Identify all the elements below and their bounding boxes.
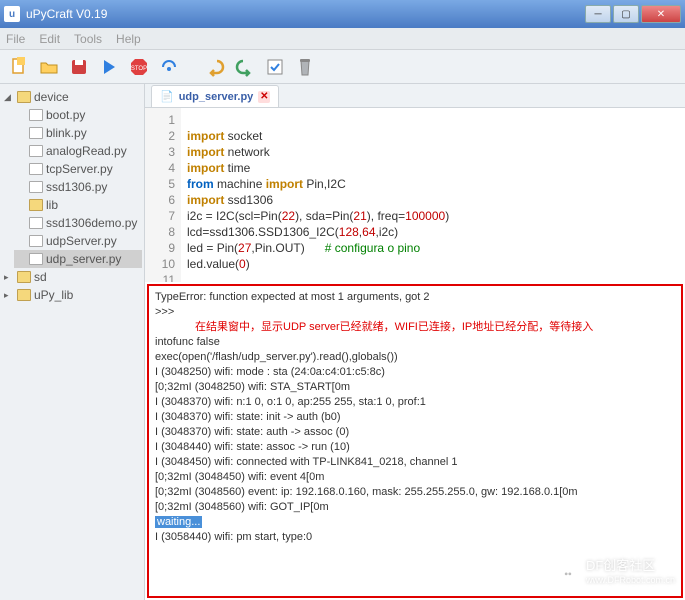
tab-close-button[interactable]: ✕ [258,91,270,103]
tree-label: tcpServer.py [46,162,113,176]
tree-file-boot[interactable]: boot.py [14,106,142,124]
clear-button[interactable] [292,54,318,80]
console-line: >>> [155,305,675,320]
tree-upylib[interactable]: ▸uPy_lib [2,286,142,304]
tree-device[interactable]: ◢device [2,88,142,106]
maximize-button[interactable]: ▢ [613,5,639,23]
tree-label: device [34,90,69,104]
code-content[interactable]: import socket import network import time… [181,108,685,282]
tree-label: sd [34,270,47,284]
tree-label: uPy_lib [34,288,73,302]
tree-file-blink[interactable]: blink.py [14,124,142,142]
stop-button[interactable]: STOP [126,54,152,80]
minimize-button[interactable]: ─ [585,5,611,23]
new-file-button[interactable] [6,54,32,80]
file-icon: 📄 [160,90,174,103]
tree-label: lib [46,198,58,212]
tree-file-tcpserver[interactable]: tcpServer.py [14,160,142,178]
console-line: I (3048450) wifi: connected with TP-LINK… [155,455,675,470]
redo-button[interactable] [232,54,258,80]
tree-file-udpserver[interactable]: udpServer.py [14,232,142,250]
syntax-check-button[interactable] [262,54,288,80]
console-line: I (3048370) wifi: n:1 0, o:1 0, ap:255 2… [155,395,675,410]
workspace: ◢device boot.py blink.py analogRead.py t… [0,84,685,600]
watermark-url: www.DFRobot.com.cn [586,573,675,588]
undo-button[interactable] [202,54,228,80]
console-line: I (3048370) wifi: state: auth -> assoc (… [155,425,675,440]
watermark-brand: DF创客社区 [586,558,655,573]
tree-file-analogread[interactable]: analogRead.py [14,142,142,160]
console-annotation: 在结果窗中，显示UDP server已经就绪，WIFI已连接，IP地址已经分配，… [155,320,675,335]
svg-text:STOP: STOP [131,66,147,72]
console-line: [0;32mI (3048560) wifi: GOT_IP[0m [155,500,675,515]
console-line: I (3048370) wifi: state: init -> auth (b… [155,410,675,425]
tree-label: ssd1306.py [46,180,107,194]
tab-label: udp_server.py [179,91,254,103]
download-run-button[interactable] [96,54,122,80]
menu-tools[interactable]: Tools [74,32,102,46]
menu-help[interactable]: Help [116,32,141,46]
console-line: I (3048250) wifi: mode : sta (24:0a:c4:0… [155,365,675,380]
tab-udp-server[interactable]: 📄 udp_server.py ✕ [151,85,279,107]
console-line: [0;32mI (3048450) wifi: event 4[0m [155,470,675,485]
console-line: intofunc false [155,335,675,350]
tree-label: analogRead.py [46,144,127,158]
window-title: uPyCraft V0.19 [26,7,583,21]
console-line: [0;32mI (3048560) event: ip: 192.168.0.1… [155,485,675,500]
tree-label: boot.py [46,108,85,122]
tree-file-ssd1306demo[interactable]: ssd1306demo.py [14,214,142,232]
console-line: TypeError: function expected at most 1 a… [155,290,675,305]
main-area: 📄 udp_server.py ✕ 1234567891011121314 im… [145,84,685,600]
console-output[interactable]: TypeError: function expected at most 1 a… [147,284,683,598]
close-button[interactable]: ✕ [641,5,681,23]
menu-file[interactable]: File [6,32,25,46]
robot-icon [556,562,580,584]
console-line: [0;32mI (3048250) wifi: STA_START[0m [155,380,675,395]
tree-file-ssd1306[interactable]: ssd1306.py [14,178,142,196]
console-line: I (3058440) wifi: pm start, type:0 [155,530,675,545]
tree-label: udpServer.py [46,234,117,248]
menu-edit[interactable]: Edit [39,32,60,46]
editor-tabbar: 📄 udp_server.py ✕ [145,84,685,108]
console-line: I (3048440) wifi: state: assoc -> run (1… [155,440,675,455]
tree-label: udp_server.py [46,252,121,266]
console-line: waiting... [155,515,675,530]
connect-button[interactable] [156,54,182,80]
file-tree: ◢device boot.py blink.py analogRead.py t… [0,84,145,600]
app-icon: u [4,6,20,22]
save-button[interactable] [66,54,92,80]
code-editor[interactable]: 1234567891011121314 import socket import… [145,108,685,282]
tree-label: ssd1306demo.py [46,216,137,230]
tree-folder-lib[interactable]: lib [14,196,142,214]
line-gutter: 1234567891011121314 [145,108,181,282]
tree-label: blink.py [46,126,87,140]
toolbar: STOP [0,50,685,84]
menubar: File Edit Tools Help [0,28,685,50]
titlebar: u uPyCraft V0.19 ─ ▢ ✕ [0,0,685,28]
open-file-button[interactable] [36,54,62,80]
tree-file-udp-server[interactable]: udp_server.py [14,250,142,268]
tree-sd[interactable]: ▸sd [2,268,142,286]
console-line: exec(open('/flash/udp_server.py').read()… [155,350,675,365]
watermark: DF创客社区 www.DFRobot.com.cn [556,558,675,588]
